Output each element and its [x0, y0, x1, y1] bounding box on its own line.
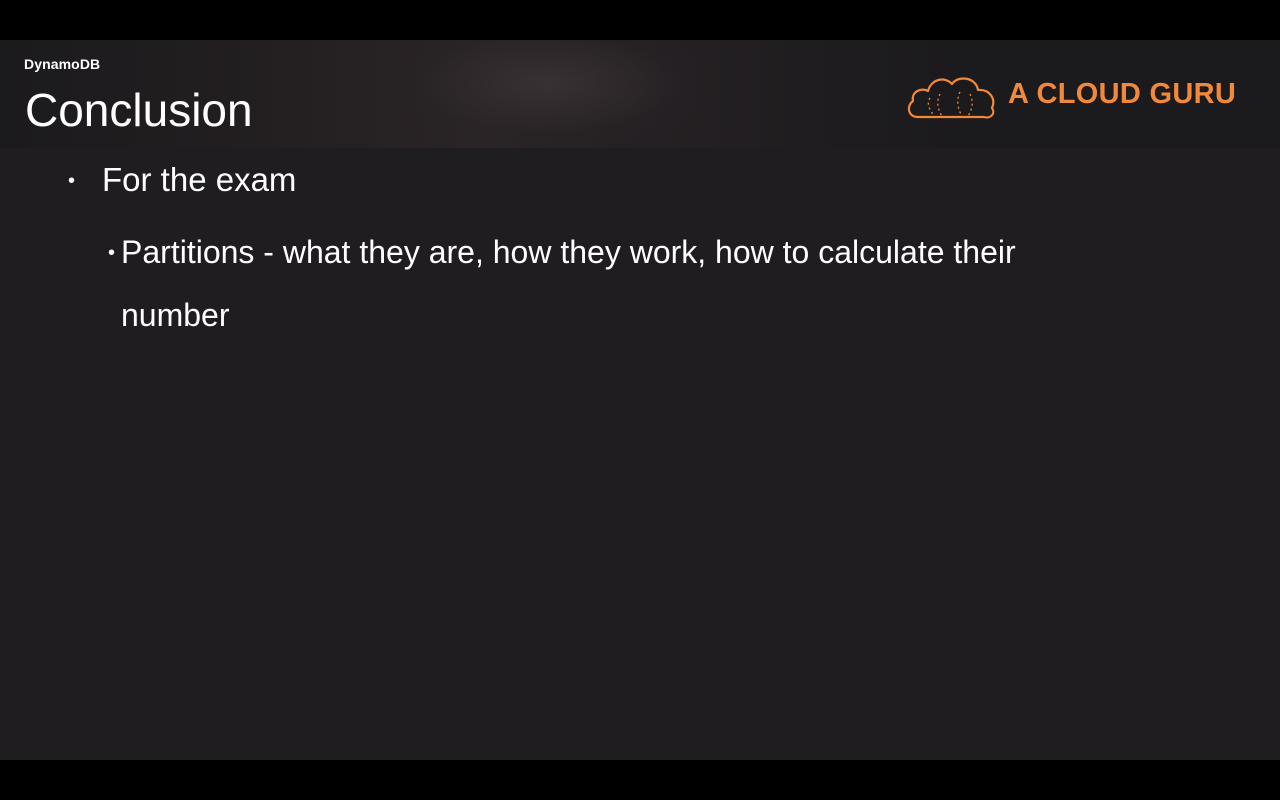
letterbox-top	[0, 0, 1280, 40]
bullet-dot: •	[68, 170, 76, 192]
header-background-photo	[380, 40, 720, 148]
bullet-text: For the exam	[102, 161, 297, 198]
bullet-item: • For the exam	[68, 160, 296, 201]
letterbox-bottom	[0, 760, 1280, 800]
slide-title: Conclusion	[25, 84, 253, 136]
logo: A CLOUD GURU	[904, 68, 1244, 124]
slide: DynamoDB Conclusion A CLOUD GURU • For th…	[0, 40, 1280, 760]
sub-bullet-text-line2: number	[121, 297, 230, 333]
section-label: DynamoDB	[24, 56, 101, 72]
sub-bullet-text-line1: Partitions - what they are, how they wor…	[121, 234, 1016, 270]
sub-bullet-item: • Partitions - what they are, how they wo…	[108, 221, 1168, 346]
bullet-dot: •	[108, 242, 116, 264]
cloud-icon	[907, 77, 995, 119]
slide-header: DynamoDB Conclusion A CLOUD GURU	[0, 40, 1280, 148]
logo-text: A CLOUD GURU	[1008, 78, 1237, 110]
